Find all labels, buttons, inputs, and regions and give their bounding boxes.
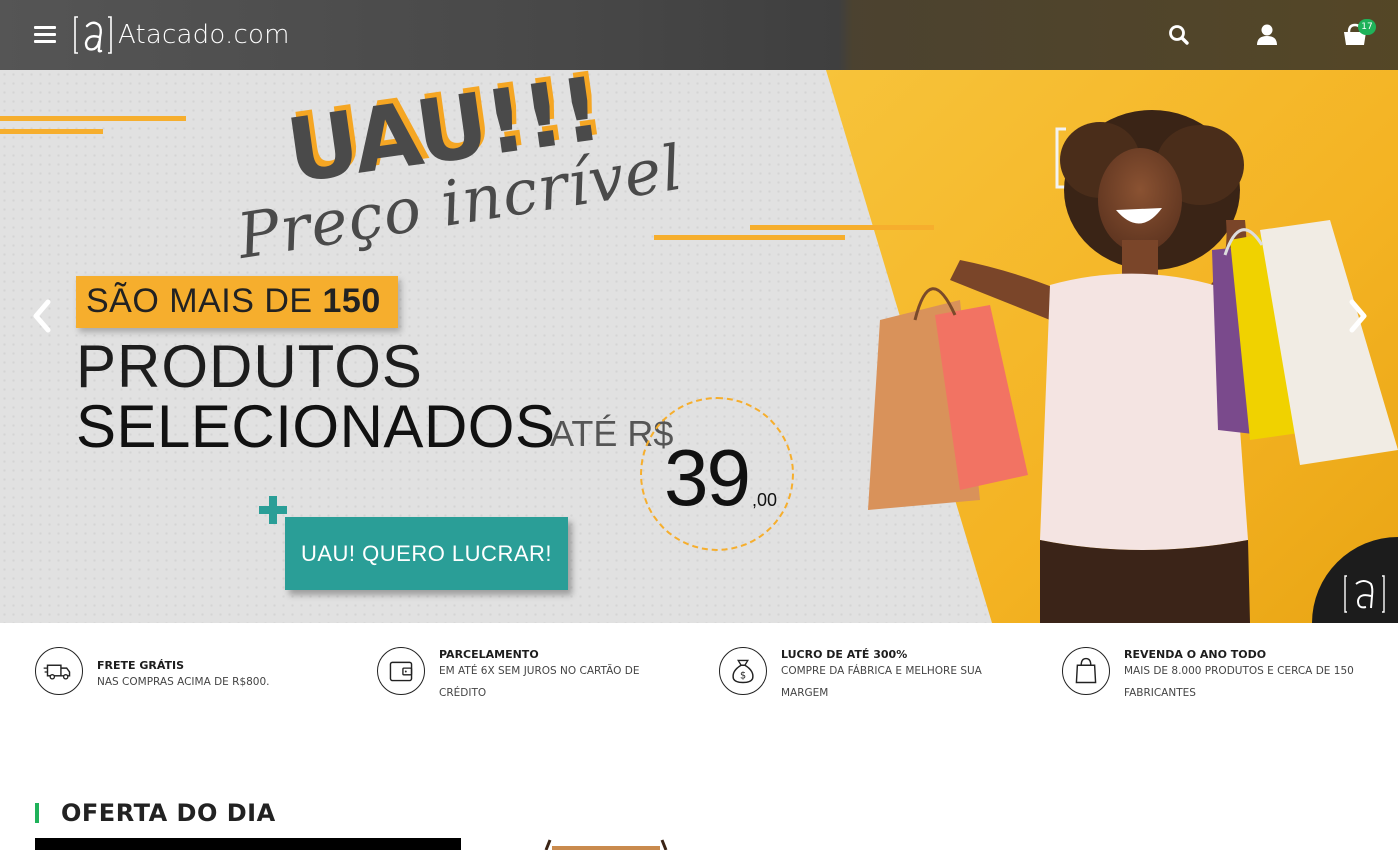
feature-desc-line: MARGEM bbox=[781, 687, 829, 699]
feature-desc-line: EM ATÉ 6X SEM JUROS NO CARTÃO DE bbox=[439, 665, 640, 677]
feature-parcelamento: PARCELAMENTO EM ATÉ 6X SEM JUROS NO CART… bbox=[377, 647, 697, 707]
wallet-icon bbox=[377, 647, 425, 695]
sao-mais-de-prefix: SÃO MAIS DE bbox=[86, 282, 323, 320]
top-navbar: Atacado.com 17 bbox=[0, 0, 1398, 70]
feature-frete-gratis: FRETE GRÁTIS NAS COMPRAS ACIMA DE R$800. bbox=[35, 647, 355, 707]
feature-desc: MAIS DE 8.000 PRODUTOS E CERCA DE 150 FA… bbox=[1124, 660, 1394, 704]
truck-icon bbox=[35, 647, 83, 695]
svg-text:$: $ bbox=[740, 671, 746, 682]
carousel-next-icon[interactable] bbox=[1342, 298, 1372, 334]
logo-text: Atacado.com bbox=[118, 20, 290, 50]
section-accent-bar bbox=[35, 803, 39, 823]
features-strip: FRETE GRÁTIS NAS COMPRAS ACIMA DE R$800.… bbox=[0, 623, 1398, 733]
feature-revenda: REVENDA O ANO TODO MAIS DE 8.000 PRODUTO… bbox=[1062, 647, 1382, 707]
search-icon[interactable] bbox=[1164, 20, 1194, 50]
carousel-prev-icon[interactable] bbox=[28, 298, 58, 334]
price-cents: ,00 bbox=[752, 490, 778, 510]
sao-mais-de-text: SÃO MAIS DE 150 bbox=[86, 282, 381, 321]
feature-desc-line: FABRICANTES bbox=[1124, 687, 1196, 699]
cta-button[interactable]: UAU! QUERO LUCRAR! bbox=[285, 517, 568, 590]
banner-line-produtos: PRODUTOS bbox=[76, 333, 423, 400]
cart-count-badge: 17 bbox=[1358, 19, 1376, 35]
feature-lucro: $ LUCRO DE ATÉ 300% COMPRE DA FÁBRICA E … bbox=[719, 647, 1039, 707]
sao-mais-de-number: 150 bbox=[322, 282, 381, 320]
banner-line-selecionados: SELECIONADOS bbox=[76, 393, 556, 460]
offer-product-image[interactable] bbox=[544, 838, 668, 850]
feature-desc: COMPRE DA FÁBRICA E MELHORE SUA MARGEM bbox=[781, 660, 1041, 704]
user-icon[interactable] bbox=[1252, 20, 1282, 50]
feature-desc-line: NAS COMPRAS ACIMA DE R$800. bbox=[97, 676, 270, 688]
offer-banner-peek[interactable] bbox=[35, 838, 461, 850]
hero-carousel[interactable]: UAU!!! Preço incrível SÃO MAIS DE 150 PR… bbox=[0, 70, 1398, 623]
feature-desc: EM ATÉ 6X SEM JUROS NO CARTÃO DE CRÉDITO bbox=[439, 660, 699, 704]
feature-desc-line: COMPRE DA FÁBRICA E MELHORE SUA bbox=[781, 665, 982, 677]
money-bag-icon: $ bbox=[719, 647, 767, 695]
price-integer: 39 bbox=[664, 433, 751, 522]
feature-desc: NAS COMPRAS ACIMA DE R$800. bbox=[97, 671, 270, 693]
feature-desc-line: MAIS DE 8.000 PRODUTOS E CERCA DE 150 bbox=[1124, 665, 1354, 677]
shopping-bag-icon bbox=[1062, 647, 1110, 695]
feature-desc-line: CRÉDITO bbox=[439, 687, 487, 699]
logo-mark-icon bbox=[74, 16, 112, 54]
menu-icon[interactable] bbox=[34, 26, 56, 44]
site-logo[interactable]: Atacado.com bbox=[74, 15, 290, 55]
plus-icon-bar bbox=[259, 506, 287, 514]
section-title: OFERTA DO DIA bbox=[61, 799, 276, 827]
